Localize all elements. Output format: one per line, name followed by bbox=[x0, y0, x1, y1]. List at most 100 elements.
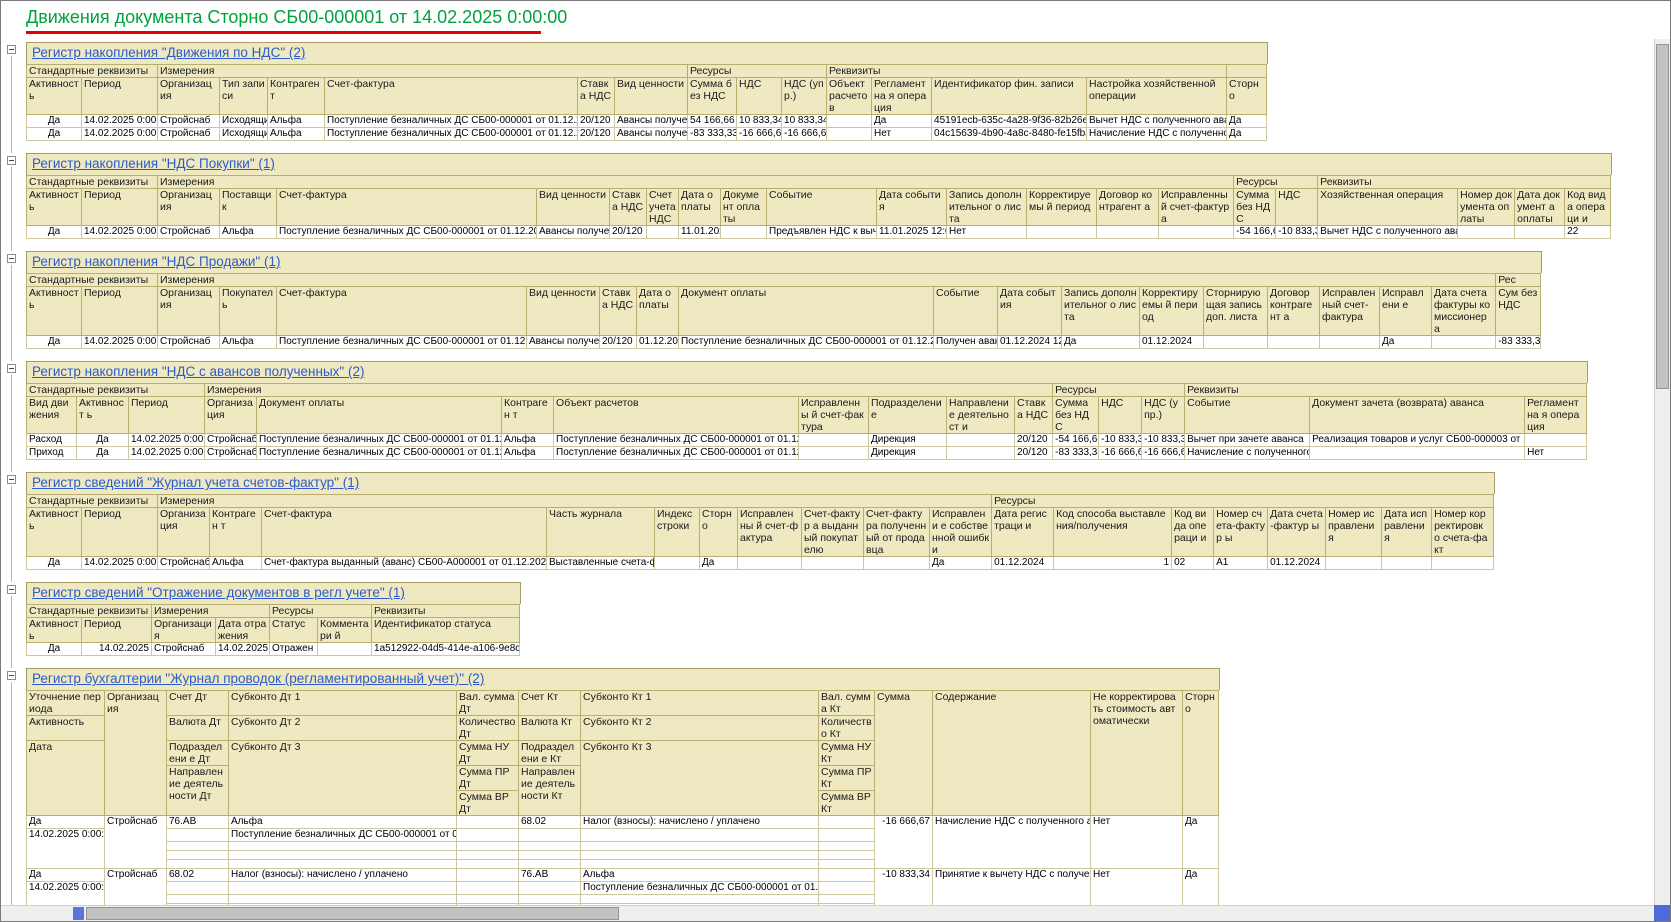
header-cell: Тип записи bbox=[219, 77, 268, 115]
collapse-toggle-icon[interactable] bbox=[7, 156, 16, 165]
header-cell: Сумма ВР Дт bbox=[456, 790, 519, 816]
header-cell: Регламентна я операция bbox=[871, 77, 933, 115]
register-table: Стандартные реквизиты Измерения Рес Активно… bbox=[26, 273, 1542, 349]
data-cell bbox=[456, 868, 519, 882]
data-cell: 14.02.2025 0:00:00 bbox=[127, 446, 206, 460]
register-title-strip: Регистр сведений "Отражение документов в… bbox=[26, 582, 521, 604]
data-cell: Да bbox=[26, 556, 82, 570]
data-cell bbox=[818, 815, 875, 829]
header-cell: Стандартные реквизиты bbox=[26, 64, 158, 78]
register-section-zhurnal-ucheta-schetov-faktur: Регистр сведений "Журнал учета счетов-фа… bbox=[7, 472, 1653, 582]
register-title-link[interactable]: Регистр сведений "Отражение документов в… bbox=[32, 585, 405, 600]
data-cell: 14.02.2025 0:00:00 bbox=[81, 556, 158, 570]
data-cell: 14.02.2025 0:00:00 bbox=[81, 127, 158, 141]
data-cell: Да bbox=[26, 868, 105, 882]
data-cell: 20/120 bbox=[609, 225, 647, 239]
data-cell: 20/120 bbox=[1014, 446, 1054, 460]
header-cell: Договор контрагент а bbox=[1096, 188, 1159, 226]
header-cell: Номер счета-фактур ы bbox=[1213, 507, 1269, 557]
data-cell bbox=[518, 881, 581, 895]
data-cell bbox=[1325, 556, 1383, 570]
header-cell: Вал. сумма Кт bbox=[818, 690, 875, 716]
data-cell bbox=[818, 894, 875, 904]
header-cell: НДС (упр.) bbox=[1141, 396, 1186, 434]
header-cell: Часть журнала bbox=[546, 507, 655, 557]
data-cell bbox=[863, 556, 930, 570]
header-cell: Дата счета-фактур ы bbox=[1267, 507, 1327, 557]
header-row: Стандартные реквизиты Измерения Ресурсы Рек… bbox=[25, 383, 1588, 397]
header-row: Стандартные реквизиты Измерения Ресурсы Рек… bbox=[26, 175, 1612, 189]
collapse-toggle-icon[interactable] bbox=[7, 671, 16, 680]
header-cell: НДС bbox=[1275, 188, 1319, 226]
data-cell: Да bbox=[1182, 815, 1219, 869]
header-cell: Дата оплаты bbox=[678, 188, 721, 226]
data-cell: -83 333,33 bbox=[687, 127, 738, 141]
header-cell: Сторно bbox=[1226, 77, 1268, 115]
register-title-link[interactable]: Регистр накопления "Движения по НДС" (2) bbox=[32, 45, 305, 60]
horizontal-scrollbar[interactable] bbox=[1, 905, 1656, 921]
data-cell: Да bbox=[26, 335, 82, 349]
register-title-link[interactable]: Регистр накопления "НДС Покупки" (1) bbox=[32, 156, 275, 171]
data-cell: -54 166,66 bbox=[1233, 225, 1277, 239]
horizontal-scrollbar-thumb[interactable] bbox=[86, 907, 619, 920]
header-cell: Вид ценности bbox=[613, 77, 689, 115]
register-title-link[interactable]: Регистр накопления "НДС Продажи" (1) bbox=[32, 254, 280, 269]
data-cell bbox=[1381, 556, 1433, 570]
header-row: Активность Период Организация Поставщик Счет… bbox=[26, 188, 1612, 226]
header-cell: Настройка хозяйственной операции bbox=[1086, 77, 1228, 115]
header-cell: Ресурсы bbox=[1052, 383, 1186, 397]
collapse-toggle-icon[interactable] bbox=[7, 45, 16, 54]
header-cell: Сторно bbox=[1182, 690, 1219, 816]
data-cell bbox=[518, 841, 581, 851]
header-cell: Количество Кт bbox=[818, 715, 875, 741]
data-cell: Поступление безналичных ДС СБ00-000001 о… bbox=[324, 114, 578, 128]
register-title-link[interactable]: Регистр накопления "НДС с авансов получе… bbox=[32, 364, 364, 379]
data-cell bbox=[317, 642, 373, 656]
header-cell: Ставка НДС bbox=[599, 286, 637, 336]
data-cell: Авансы полученные bbox=[613, 127, 689, 141]
data-cell: Вычет НДС с полученного аванса bbox=[1317, 225, 1459, 239]
data-cell: Отражен bbox=[269, 642, 319, 656]
collapse-toggle-icon[interactable] bbox=[7, 254, 16, 263]
data-cell bbox=[580, 859, 819, 869]
header-cell: Измерения bbox=[156, 175, 1235, 189]
data-cell: Альфа bbox=[219, 225, 277, 239]
header-row: Стандартные реквизиты Измерения Рес bbox=[26, 273, 1542, 287]
header-cell: Номер исправлени я bbox=[1325, 507, 1383, 557]
header-cell: Сторно bbox=[699, 507, 738, 557]
data-cell bbox=[1309, 446, 1526, 460]
data-cell: Да bbox=[26, 642, 82, 656]
data-cell: Авансы полученные bbox=[613, 114, 689, 128]
header-cell: Счет Дт bbox=[166, 690, 229, 716]
horizontal-scrollbar-nub[interactable] bbox=[73, 907, 84, 920]
register-table: Стандартные реквизиты Измерения Ресурсы Рек… bbox=[26, 175, 1612, 239]
data-cell bbox=[456, 881, 519, 895]
header-cell: Сумма ПР Кт bbox=[818, 765, 875, 791]
register-title-link[interactable]: Регистр бухгалтерии "Журнал проводок (ре… bbox=[32, 671, 484, 686]
header-cell: Организация bbox=[157, 507, 210, 557]
header-cell: Счет-фактура bbox=[261, 507, 547, 557]
data-cell: Да bbox=[26, 815, 105, 829]
data-cell bbox=[818, 881, 875, 895]
header-cell: Корректируемы й период bbox=[1026, 188, 1097, 226]
vertical-scrollbar-thumb[interactable] bbox=[1656, 44, 1669, 389]
report-window: Движения документа Сторно СБ00-000001 от… bbox=[0, 0, 1671, 922]
collapse-toggle-icon[interactable] bbox=[7, 364, 16, 373]
data-cell: Да bbox=[699, 556, 738, 570]
data-cell bbox=[1319, 335, 1380, 349]
header-cell: Код способа выставления/получения bbox=[1053, 507, 1173, 557]
data-cell: Реализация товаров и услуг СБ00-000003 о… bbox=[1309, 433, 1526, 447]
data-cell: Поступление безналичных ДС СБ00-000001 о… bbox=[324, 127, 578, 141]
data-cell: Выставленные счета-фактуры bbox=[546, 556, 655, 570]
header-cell: Вид ценности bbox=[536, 188, 610, 226]
register-title-link[interactable]: Регистр сведений "Журнал учета счетов-фа… bbox=[32, 475, 359, 490]
header-row: Активность Период Организация Тип записи Кон… bbox=[26, 77, 1268, 115]
header-row: Стандартные реквизиты Измерения Ресурсы Рек… bbox=[26, 64, 1268, 78]
collapse-toggle-icon[interactable] bbox=[7, 585, 16, 594]
data-cell: Поступление безналичных ДС СБ00-000001 о… bbox=[580, 881, 819, 895]
header-cell: Период bbox=[81, 286, 158, 336]
vertical-scrollbar[interactable] bbox=[1654, 39, 1670, 905]
collapse-toggle-icon[interactable] bbox=[7, 475, 16, 484]
header-cell: Дата исправлени я bbox=[1381, 507, 1433, 557]
data-cell: Альфа bbox=[228, 815, 457, 829]
